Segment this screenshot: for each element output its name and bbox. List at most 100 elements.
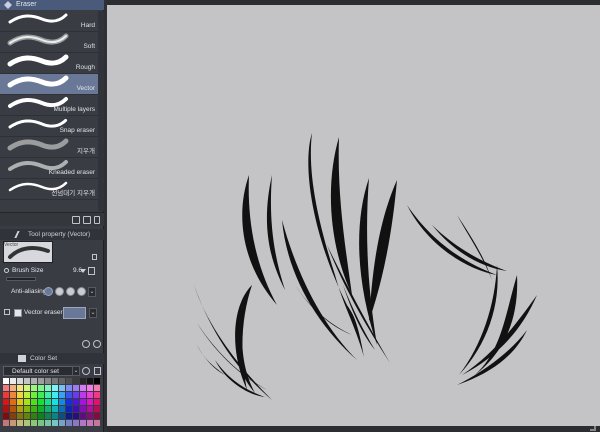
color-swatch[interactable] <box>24 413 30 419</box>
color-swatch[interactable] <box>24 399 30 405</box>
color-swatch[interactable] <box>17 399 23 405</box>
eyedropper-icon[interactable] <box>82 367 90 375</box>
color-swatch[interactable] <box>94 392 100 398</box>
brush-item-soft[interactable]: Soft <box>0 32 98 53</box>
color-swatch[interactable] <box>17 378 23 384</box>
color-swatch[interactable] <box>3 392 9 398</box>
color-swatch[interactable] <box>94 406 100 412</box>
color-swatch[interactable] <box>66 413 72 419</box>
color-swatch[interactable] <box>87 406 93 412</box>
color-swatch[interactable] <box>73 413 79 419</box>
color-swatch[interactable] <box>31 413 37 419</box>
color-swatch[interactable] <box>10 385 16 391</box>
expand-icon[interactable] <box>4 309 10 315</box>
aa-weak-option[interactable] <box>55 287 64 296</box>
color-swatch[interactable] <box>38 392 44 398</box>
color-swatch[interactable] <box>73 399 79 405</box>
color-swatch[interactable] <box>31 399 37 405</box>
trash-icon[interactable] <box>94 216 100 224</box>
color-swatch[interactable] <box>38 399 44 405</box>
color-swatch[interactable] <box>17 385 23 391</box>
color-swatch[interactable] <box>80 406 86 412</box>
brush-size-slider[interactable] <box>6 277 36 281</box>
color-swatch[interactable] <box>45 413 51 419</box>
brush-item-hard[interactable]: Hard <box>0 11 98 32</box>
color-swatch[interactable] <box>10 399 16 405</box>
drawing-canvas[interactable] <box>107 5 600 426</box>
color-swatch[interactable] <box>45 392 51 398</box>
color-swatch[interactable] <box>87 385 93 391</box>
size-options-icon[interactable] <box>88 267 95 275</box>
color-swatch[interactable] <box>52 406 58 412</box>
color-swatch[interactable] <box>59 399 65 405</box>
color-swatch[interactable] <box>73 406 79 412</box>
color-swatch[interactable] <box>94 385 100 391</box>
color-swatch[interactable] <box>10 378 16 384</box>
tool-settings-icon[interactable] <box>93 340 101 348</box>
color-swatch[interactable] <box>80 420 86 426</box>
color-swatch[interactable] <box>10 406 16 412</box>
color-swatch[interactable] <box>38 420 44 426</box>
color-swatch[interactable] <box>52 378 58 384</box>
add-subtool-icon[interactable] <box>72 216 80 224</box>
brush-item-multiple-layers[interactable]: Multiple layers <box>0 95 98 116</box>
color-swatch[interactable] <box>38 413 44 419</box>
duplicate-subtool-icon[interactable] <box>83 216 91 224</box>
color-swatch[interactable] <box>45 420 51 426</box>
color-swatch[interactable] <box>80 399 86 405</box>
tool-reset-icon[interactable] <box>82 340 90 348</box>
vector-eraser-mode-button[interactable] <box>63 307 86 319</box>
color-swatch[interactable] <box>73 385 79 391</box>
color-swatch[interactable] <box>24 392 30 398</box>
color-swatch[interactable] <box>10 413 16 419</box>
color-swatch[interactable] <box>38 406 44 412</box>
color-swatch[interactable] <box>17 392 23 398</box>
color-set-select[interactable]: Default color set <box>3 366 77 376</box>
color-swatch[interactable] <box>45 378 51 384</box>
color-swatch[interactable] <box>59 413 65 419</box>
lock-icon[interactable] <box>92 254 97 260</box>
color-swatch[interactable] <box>3 385 9 391</box>
color-swatch[interactable] <box>24 406 30 412</box>
color-swatch[interactable] <box>80 385 86 391</box>
color-swatch[interactable] <box>45 385 51 391</box>
color-swatch[interactable] <box>73 420 79 426</box>
aa-none-option[interactable] <box>44 287 53 296</box>
color-swatch[interactable] <box>45 406 51 412</box>
color-swatch[interactable] <box>87 413 93 419</box>
color-swatch[interactable] <box>66 385 72 391</box>
color-swatch[interactable] <box>24 385 30 391</box>
color-swatch[interactable] <box>17 413 23 419</box>
color-swatch[interactable] <box>80 378 86 384</box>
color-swatch[interactable] <box>52 399 58 405</box>
color-swatch[interactable] <box>66 406 72 412</box>
aa-strong-option[interactable] <box>77 287 86 296</box>
color-swatch[interactable] <box>10 420 16 426</box>
color-swatch[interactable] <box>87 420 93 426</box>
color-swatch[interactable] <box>94 413 100 419</box>
color-swatch[interactable] <box>87 392 93 398</box>
color-swatch[interactable] <box>52 420 58 426</box>
color-set-header[interactable]: Color Set <box>0 353 104 364</box>
color-swatch[interactable] <box>59 385 65 391</box>
color-swatch[interactable] <box>31 420 37 426</box>
color-swatch[interactable] <box>17 420 23 426</box>
color-swatch[interactable] <box>59 420 65 426</box>
brush-item-korean-eraser[interactable]: 지우개 <box>0 137 98 158</box>
color-swatch[interactable] <box>31 378 37 384</box>
color-swatch[interactable] <box>38 378 44 384</box>
brush-item-kneaded-eraser[interactable]: Kneaded eraser <box>0 158 98 179</box>
color-set-dropdown[interactable]: ⌄ <box>72 366 80 376</box>
color-swatch[interactable] <box>52 413 58 419</box>
color-swatch[interactable] <box>31 385 37 391</box>
aa-medium-option[interactable] <box>66 287 75 296</box>
vector-eraser-checkbox[interactable] <box>14 309 22 317</box>
color-swatch[interactable] <box>3 399 9 405</box>
color-swatch[interactable] <box>73 378 79 384</box>
color-swatch[interactable] <box>80 392 86 398</box>
brush-item-line-eraser[interactable]: 선넘대기 지우개 <box>0 179 98 200</box>
resize-grip-icon[interactable] <box>590 426 596 431</box>
color-swatch[interactable] <box>59 392 65 398</box>
color-swatch[interactable] <box>80 413 86 419</box>
color-swatch[interactable] <box>66 378 72 384</box>
